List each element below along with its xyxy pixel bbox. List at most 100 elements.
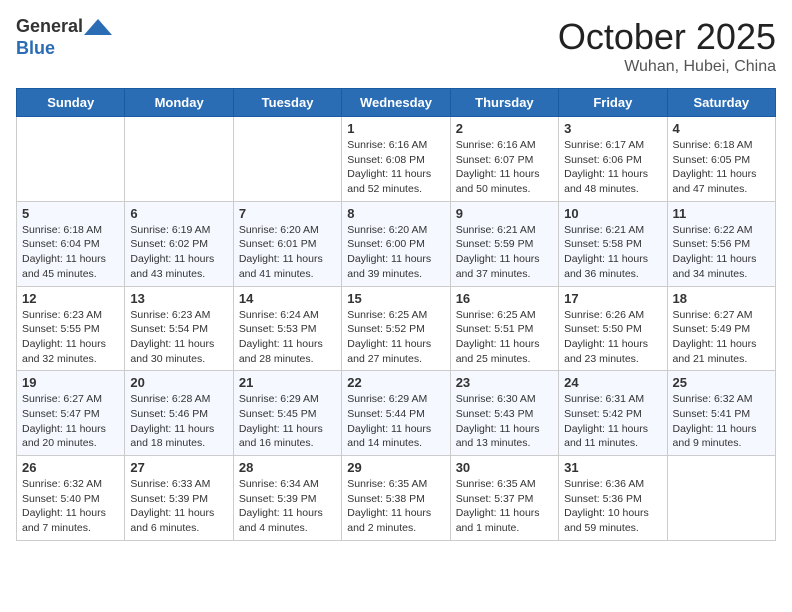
calendar-week-row: 1 Sunrise: 6:16 AM Sunset: 6:08 PM Daylig…	[17, 117, 776, 202]
day-info: Sunrise: 6:35 AM Sunset: 5:37 PM Dayligh…	[456, 477, 553, 536]
day-number: 19	[22, 375, 119, 390]
calendar-week-row: 26 Sunrise: 6:32 AM Sunset: 5:40 PM Dayli…	[17, 456, 776, 541]
calendar-cell: 20Sunrise: 6:28 AM Sunset: 5:46 PM Dayli…	[125, 371, 233, 456]
calendar-cell: 3Sunrise: 6:17 AM Sunset: 6:06 PM Daylig…	[559, 117, 667, 202]
calendar-cell: 1 Sunrise: 6:16 AM Sunset: 6:08 PM Daylig…	[342, 117, 450, 202]
day-info: Sunrise: 6:34 AM Sunset: 5:39 PM Dayligh…	[239, 477, 336, 536]
day-info: Sunrise: 6:36 AM Sunset: 5:36 PM Dayligh…	[564, 477, 661, 536]
day-number: 13	[130, 291, 227, 306]
calendar-cell: 24Sunrise: 6:31 AM Sunset: 5:42 PM Dayli…	[559, 371, 667, 456]
calendar-cell: 11 Sunrise: 6:22 AM Sunset: 5:56 PM Dayli…	[667, 201, 775, 286]
calendar-cell: 6 Sunrise: 6:19 AM Sunset: 6:02 PM Daylig…	[125, 201, 233, 286]
calendar-cell: 18 Sunrise: 6:27 AM Sunset: 5:49 PM Dayli…	[667, 286, 775, 371]
month-title: October 2025	[558, 16, 776, 58]
day-info: Sunrise: 6:29 AM Sunset: 5:44 PM Dayligh…	[347, 392, 444, 451]
day-number: 12	[22, 291, 119, 306]
day-number: 29	[347, 460, 444, 475]
day-number: 1	[347, 121, 444, 136]
day-info: Sunrise: 6:20 AM Sunset: 6:00 PM Dayligh…	[347, 223, 444, 282]
day-number: 9	[456, 206, 553, 221]
calendar-cell: 30Sunrise: 6:35 AM Sunset: 5:37 PM Dayli…	[450, 456, 558, 541]
day-number: 27	[130, 460, 227, 475]
calendar-cell: 17 Sunrise: 6:26 AM Sunset: 5:50 PM Dayli…	[559, 286, 667, 371]
day-number: 4	[673, 121, 770, 136]
logo-general: General	[16, 16, 83, 36]
calendar-cell: 8 Sunrise: 6:20 AM Sunset: 6:00 PM Daylig…	[342, 201, 450, 286]
calendar-cell: 10Sunrise: 6:21 AM Sunset: 5:58 PM Dayli…	[559, 201, 667, 286]
day-number: 15	[347, 291, 444, 306]
day-info: Sunrise: 6:19 AM Sunset: 6:02 PM Dayligh…	[130, 223, 227, 282]
day-number: 5	[22, 206, 119, 221]
day-info: Sunrise: 6:30 AM Sunset: 5:43 PM Dayligh…	[456, 392, 553, 451]
page-header: General Blue October 2025 Wuhan, Hubei, …	[16, 16, 776, 76]
calendar-cell: 14 Sunrise: 6:24 AM Sunset: 5:53 PM Dayli…	[233, 286, 341, 371]
calendar-cell: 9 Sunrise: 6:21 AM Sunset: 5:59 PM Daylig…	[450, 201, 558, 286]
day-number: 2	[456, 121, 553, 136]
calendar-cell: 15 Sunrise: 6:25 AM Sunset: 5:52 PM Dayli…	[342, 286, 450, 371]
calendar-cell: 21 Sunrise: 6:29 AM Sunset: 5:45 PM Dayli…	[233, 371, 341, 456]
day-number: 31	[564, 460, 661, 475]
weekday-header: Tuesday	[233, 89, 341, 117]
day-info: Sunrise: 6:21 AM Sunset: 5:59 PM Dayligh…	[456, 223, 553, 282]
calendar-cell: 23 Sunrise: 6:30 AM Sunset: 5:43 PM Dayli…	[450, 371, 558, 456]
calendar-cell: 16 Sunrise: 6:25 AM Sunset: 5:51 PM Dayli…	[450, 286, 558, 371]
day-number: 21	[239, 375, 336, 390]
day-info: Sunrise: 6:23 AM Sunset: 5:54 PM Dayligh…	[130, 308, 227, 367]
calendar-cell: 26 Sunrise: 6:32 AM Sunset: 5:40 PM Dayli…	[17, 456, 125, 541]
day-info: Sunrise: 6:21 AM Sunset: 5:58 PM Dayligh…	[564, 223, 661, 282]
day-number: 17	[564, 291, 661, 306]
day-info: Sunrise: 6:23 AM Sunset: 5:55 PM Dayligh…	[22, 308, 119, 367]
calendar-cell: 25 Sunrise: 6:32 AM Sunset: 5:41 PM Dayli…	[667, 371, 775, 456]
day-info: Sunrise: 6:29 AM Sunset: 5:45 PM Dayligh…	[239, 392, 336, 451]
weekday-header: Sunday	[17, 89, 125, 117]
day-info: Sunrise: 6:25 AM Sunset: 5:52 PM Dayligh…	[347, 308, 444, 367]
logo: General Blue	[16, 16, 113, 59]
day-number: 6	[130, 206, 227, 221]
calendar-cell: 12 Sunrise: 6:23 AM Sunset: 5:55 PM Dayli…	[17, 286, 125, 371]
calendar-cell: 13 Sunrise: 6:23 AM Sunset: 5:54 PM Dayli…	[125, 286, 233, 371]
calendar-cell	[667, 456, 775, 541]
calendar-cell	[233, 117, 341, 202]
day-info: Sunrise: 6:27 AM Sunset: 5:47 PM Dayligh…	[22, 392, 119, 451]
day-info: Sunrise: 6:28 AM Sunset: 5:46 PM Dayligh…	[130, 392, 227, 451]
calendar-cell: 31 Sunrise: 6:36 AM Sunset: 5:36 PM Dayli…	[559, 456, 667, 541]
day-info: Sunrise: 6:24 AM Sunset: 5:53 PM Dayligh…	[239, 308, 336, 367]
day-number: 22	[347, 375, 444, 390]
weekday-header-row: SundayMondayTuesdayWednesdayThursdayFrid…	[17, 89, 776, 117]
day-number: 14	[239, 291, 336, 306]
day-info: Sunrise: 6:25 AM Sunset: 5:51 PM Dayligh…	[456, 308, 553, 367]
day-info: Sunrise: 6:26 AM Sunset: 5:50 PM Dayligh…	[564, 308, 661, 367]
day-info: Sunrise: 6:16 AM Sunset: 6:07 PM Dayligh…	[456, 138, 553, 197]
calendar-cell: 29 Sunrise: 6:35 AM Sunset: 5:38 PM Dayli…	[342, 456, 450, 541]
day-number: 24	[564, 375, 661, 390]
calendar-cell: 7Sunrise: 6:20 AM Sunset: 6:01 PM Daylig…	[233, 201, 341, 286]
day-info: Sunrise: 6:18 AM Sunset: 6:04 PM Dayligh…	[22, 223, 119, 282]
weekday-header: Saturday	[667, 89, 775, 117]
day-number: 16	[456, 291, 553, 306]
day-info: Sunrise: 6:16 AM Sunset: 6:08 PM Dayligh…	[347, 138, 444, 197]
day-info: Sunrise: 6:35 AM Sunset: 5:38 PM Dayligh…	[347, 477, 444, 536]
day-number: 18	[673, 291, 770, 306]
day-info: Sunrise: 6:32 AM Sunset: 5:41 PM Dayligh…	[673, 392, 770, 451]
day-number: 26	[22, 460, 119, 475]
day-number: 25	[673, 375, 770, 390]
calendar-cell: 28 Sunrise: 6:34 AM Sunset: 5:39 PM Dayli…	[233, 456, 341, 541]
day-info: Sunrise: 6:17 AM Sunset: 6:06 PM Dayligh…	[564, 138, 661, 197]
location: Wuhan, Hubei, China	[558, 58, 776, 76]
day-info: Sunrise: 6:33 AM Sunset: 5:39 PM Dayligh…	[130, 477, 227, 536]
day-info: Sunrise: 6:27 AM Sunset: 5:49 PM Dayligh…	[673, 308, 770, 367]
day-info: Sunrise: 6:22 AM Sunset: 5:56 PM Dayligh…	[673, 223, 770, 282]
day-number: 28	[239, 460, 336, 475]
day-info: Sunrise: 6:20 AM Sunset: 6:01 PM Dayligh…	[239, 223, 336, 282]
day-info: Sunrise: 6:32 AM Sunset: 5:40 PM Dayligh…	[22, 477, 119, 536]
day-number: 8	[347, 206, 444, 221]
day-info: Sunrise: 6:18 AM Sunset: 6:05 PM Dayligh…	[673, 138, 770, 197]
day-number: 11	[673, 206, 770, 221]
weekday-header: Thursday	[450, 89, 558, 117]
weekday-header: Wednesday	[342, 89, 450, 117]
calendar-cell	[17, 117, 125, 202]
calendar-cell: 2 Sunrise: 6:16 AM Sunset: 6:07 PM Daylig…	[450, 117, 558, 202]
day-number: 23	[456, 375, 553, 390]
calendar-cell	[125, 117, 233, 202]
weekday-header: Monday	[125, 89, 233, 117]
